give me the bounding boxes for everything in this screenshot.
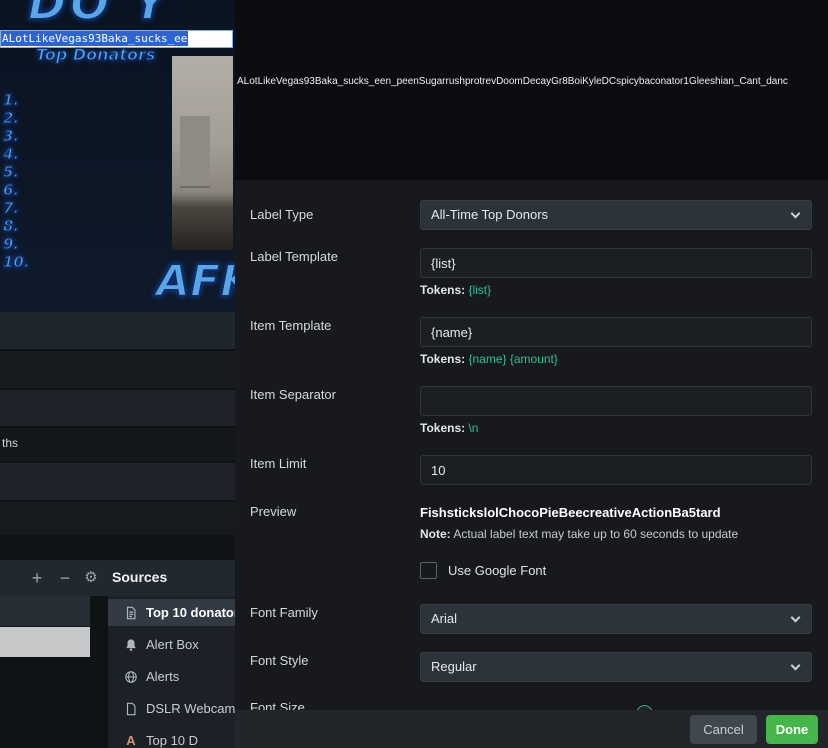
item-limit-label: Item Limit [250,456,307,471]
panel-row [0,463,235,500]
use-google-font-label: Use Google Font [448,563,547,578]
token-value: {list} [468,283,492,297]
note-label: Note: [420,527,451,541]
item-separator-tokens: Tokens: \n [420,421,478,435]
panel-row [0,312,235,349]
mixer-row-light [0,627,90,657]
font-family-label: Font Family [250,605,318,620]
done-button[interactable]: Done [766,715,818,744]
item-template-label: Item Template [250,318,332,333]
afk-text: AFK [155,255,235,308]
label-template-label: Label Template [250,249,338,264]
preview-value: FishstickslolChocoPieBeecreativeActionBa… [420,505,721,520]
source-settings-gear-icon[interactable]: ⚙ [80,567,102,589]
item-template-input[interactable] [420,317,812,347]
overlay-big-title: DO Y [27,0,171,31]
panel-row [0,502,235,535]
token-value: \n [468,421,479,435]
label-preview-text: ALotLikeVegas93Baka_sucks_een_peenSugarr… [237,76,788,87]
preview-label: Preview [250,504,297,519]
note-text: Actual label text may take up to 60 seco… [450,527,739,541]
chevron-down-icon [790,660,801,671]
app-window: DO Y ALotLikeVegas93Baka_sucks_ee Top Do… [0,0,828,748]
mixer-row [0,596,90,626]
panel-row-clipped-label: ths [0,428,235,461]
rank-item: 6. [2,180,20,199]
globe-icon [124,670,138,684]
source-item-alert-box[interactable]: Alert Box [108,631,235,658]
source-item-label: DSLR Webcam [146,701,235,716]
rank-item: 4. [2,144,20,163]
use-google-font-checkbox[interactable] [420,562,437,579]
sources-toolbar: + − ⚙ Sources [0,560,235,596]
font-style-label: Font Style [250,653,309,668]
tokens-label: Tokens: [420,352,466,366]
rank-item: 8. [2,216,20,235]
canvas-preview: DO Y ALotLikeVegas93Baka_sucks_ee Top Do… [0,0,235,312]
rank-item: 10. [2,252,30,271]
tokens-label: Tokens: [420,421,466,435]
label-template-input[interactable] [420,248,812,278]
font-family-value: Arial [431,611,458,626]
dialog-footer: Cancel Done [235,710,828,748]
label-type-value: All-Time Top Donors [431,207,549,222]
bell-icon [124,638,138,652]
label-type-select[interactable]: All-Time Top Donors [420,200,812,230]
preview-note: Note: Actual label text may take up to 6… [420,527,738,541]
text-source-icon: A [126,732,136,748]
editor-background: DO Y ALotLikeVegas93Baka_sucks_ee Top Do… [0,0,235,748]
rank-item: 1. [2,90,20,109]
source-item-top10-d[interactable]: A Top 10 D [108,727,235,748]
rank-item: 9. [2,234,20,253]
label-type-label: Label Type [250,207,314,222]
rank-item: 2. [2,108,20,127]
rename-selected-text: ALotLikeVegas93Baka_sucks_ee [1,31,189,46]
rank-list: 1. 2. 3. 4. 5. 6. 7. 8. 9. 10. [2,90,30,271]
tokens-label: Tokens: [420,283,466,297]
room-furniture [180,116,210,186]
source-item-top10-donators[interactable]: Top 10 donators [108,599,235,626]
sources-list: Top 10 donators Alert Box Alerts DSLR We… [108,596,235,748]
sources-header: Sources [112,569,168,585]
panel-row [0,390,235,426]
rank-item: 5. [2,162,20,181]
chevron-down-icon [790,208,801,219]
source-item-label: Top 10 donators [146,605,235,620]
cancel-button[interactable]: Cancel [690,715,757,744]
source-item-alerts[interactable]: Alerts [108,663,235,690]
add-source-button[interactable]: + [26,567,48,589]
webcam-image [172,56,233,250]
source-item-label: Alerts [146,669,180,684]
file-icon [124,702,138,716]
font-style-value: Regular [431,659,477,674]
chevron-down-icon [790,612,801,623]
item-separator-label: Item Separator [250,387,336,402]
item-template-tokens: Tokens: {name} {amount} [420,352,558,366]
panel-row [0,351,235,388]
document-icon [124,606,138,620]
token-value: {name} {amount} [468,352,558,366]
label-template-tokens: Tokens: {list} [420,283,491,297]
source-item-label: Top 10 D [146,733,199,748]
item-limit-input[interactable] [420,455,812,485]
remove-source-button[interactable]: − [54,567,76,589]
rank-item: 3. [2,126,20,145]
source-properties-dialog: ALotLikeVegas93Baka_sucks_een_peenSugarr… [235,0,828,748]
item-separator-input[interactable] [420,386,812,416]
top-donators-title: Top Donators [35,44,156,64]
label-preview-area: ALotLikeVegas93Baka_sucks_een_peenSugarr… [235,0,828,180]
font-style-select[interactable]: Regular [420,652,812,682]
rank-item: 7. [2,198,20,217]
source-item-label: Alert Box [146,637,199,652]
source-item-dslr-webcam[interactable]: DSLR Webcam [108,695,235,722]
font-family-select[interactable]: Arial [420,604,812,634]
